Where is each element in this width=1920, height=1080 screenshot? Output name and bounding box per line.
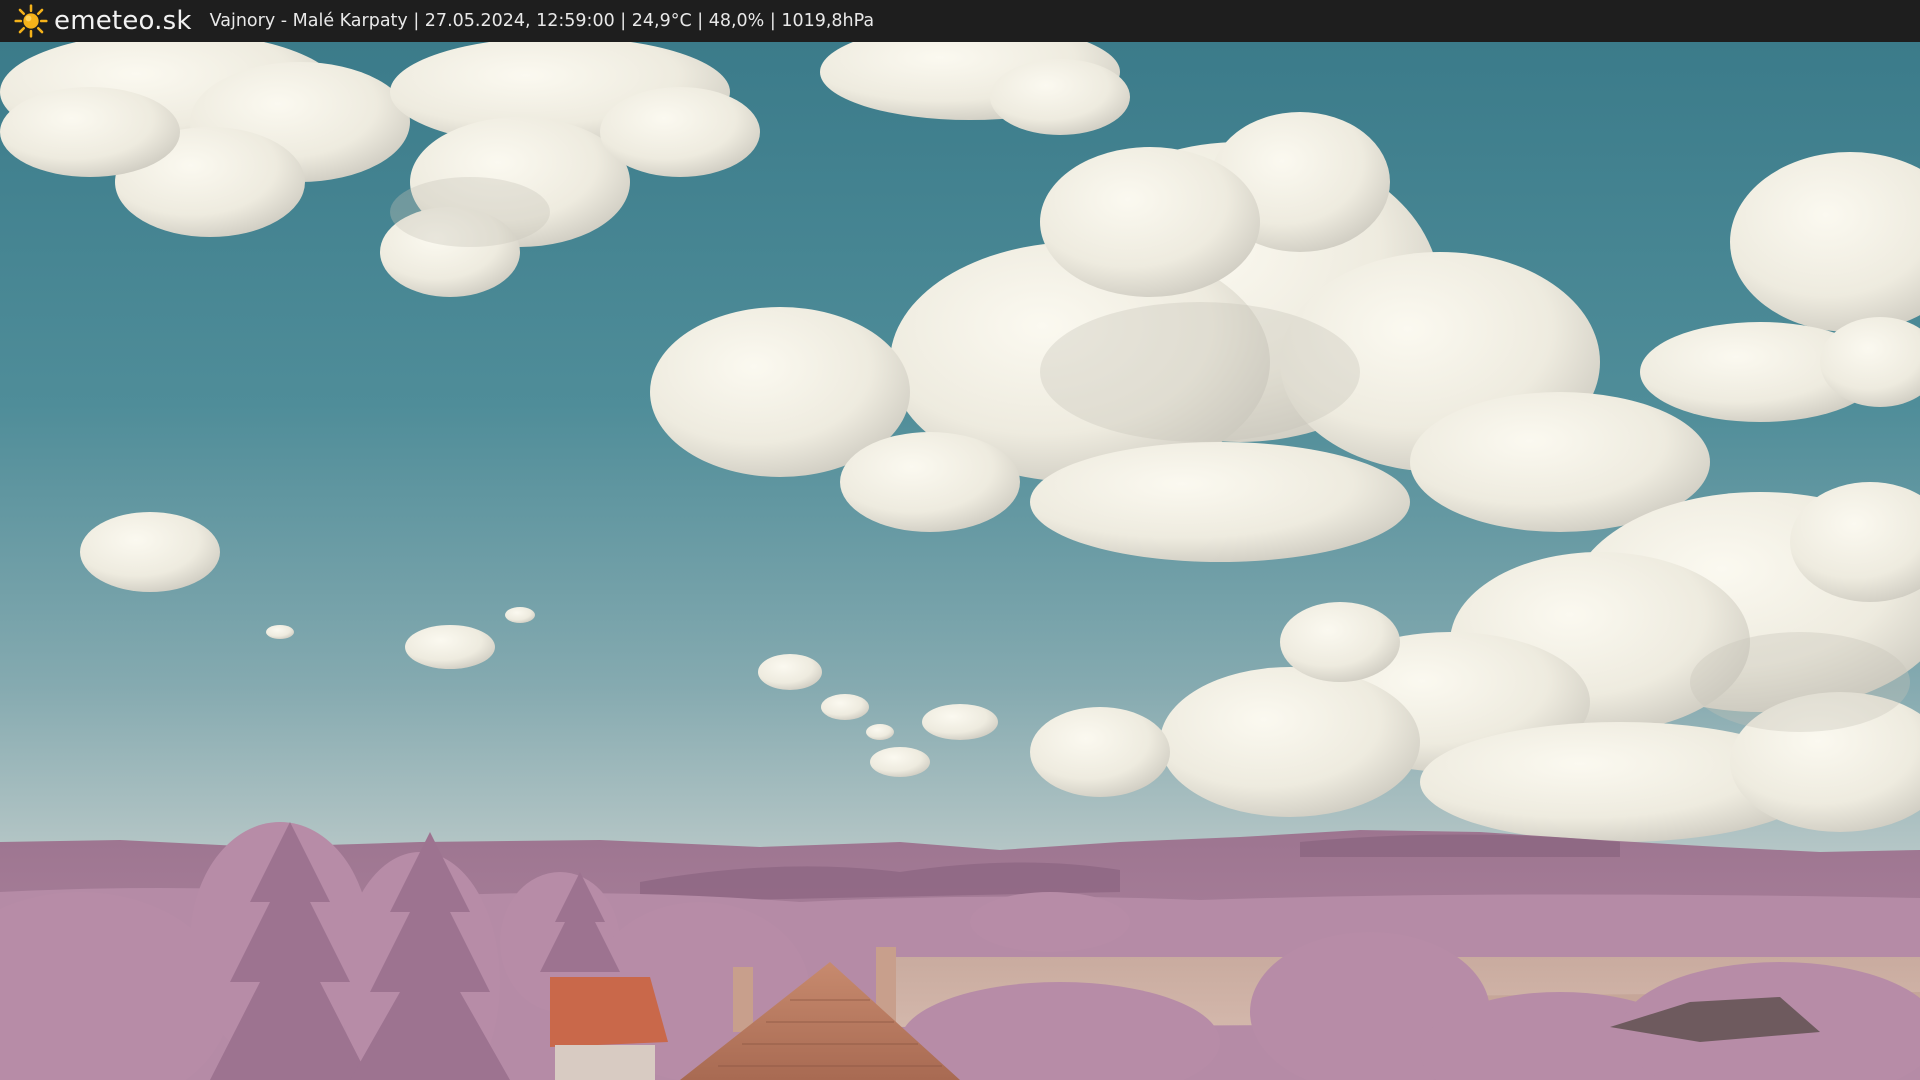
caption-bar: emeteo.sk Vajnory - Malé Karpaty | 27.05… — [0, 0, 1920, 42]
sun-icon — [14, 4, 48, 38]
webcam-image — [0, 42, 1920, 1080]
webcam-frame: emeteo.sk Vajnory - Malé Karpaty | 27.05… — [0, 0, 1920, 1080]
brand-name: emeteo.sk — [54, 6, 192, 36]
weather-caption: Vajnory - Malé Karpaty | 27.05.2024, 12:… — [209, 11, 875, 31]
brand-logo[interactable]: emeteo.sk — [14, 4, 192, 38]
